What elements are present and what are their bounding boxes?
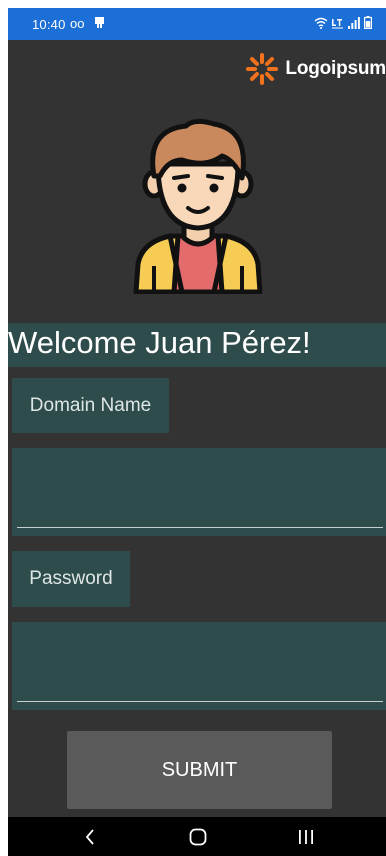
- logo-text: Logoipsum: [285, 58, 386, 79]
- recents-icon: [299, 829, 313, 844]
- submit-button[interactable]: SUBMIT: [67, 731, 332, 809]
- password-field[interactable]: [12, 622, 386, 710]
- sun-logo-icon: [246, 53, 279, 85]
- lte-icon: [332, 18, 343, 28]
- battery-icon: [364, 16, 372, 29]
- domain-name-label: Domain Name: [12, 378, 169, 433]
- status-time: 10:40: [32, 17, 66, 32]
- logo: Logoipsum: [245, 52, 386, 86]
- back-icon: [85, 828, 94, 845]
- status-icons: [314, 16, 372, 29]
- home-icon: [189, 828, 207, 845]
- navigation-bar: [8, 817, 386, 856]
- notification-icon: [95, 17, 104, 28]
- voicemail-icon: oo: [70, 16, 85, 31]
- app-screen: 10:40 oo Logoipsum Welcome Juan Pérez! D…: [8, 8, 386, 856]
- password-label: Password: [12, 551, 130, 607]
- domain-name-field[interactable]: [12, 448, 386, 536]
- signal-icon: [348, 16, 360, 29]
- status-bar: 10:40 oo: [8, 8, 386, 40]
- wifi-icon: [314, 17, 328, 29]
- welcome-text: Welcome Juan Pérez!: [8, 325, 311, 360]
- home-button[interactable]: [168, 817, 228, 856]
- password-input[interactable]: [17, 651, 383, 702]
- welcome-banner: Welcome Juan Pérez!: [8, 323, 386, 367]
- back-button[interactable]: [60, 817, 120, 856]
- recents-button[interactable]: [276, 817, 336, 856]
- domain-name-input[interactable]: [17, 477, 383, 528]
- user-avatar-icon: [133, 118, 263, 294]
